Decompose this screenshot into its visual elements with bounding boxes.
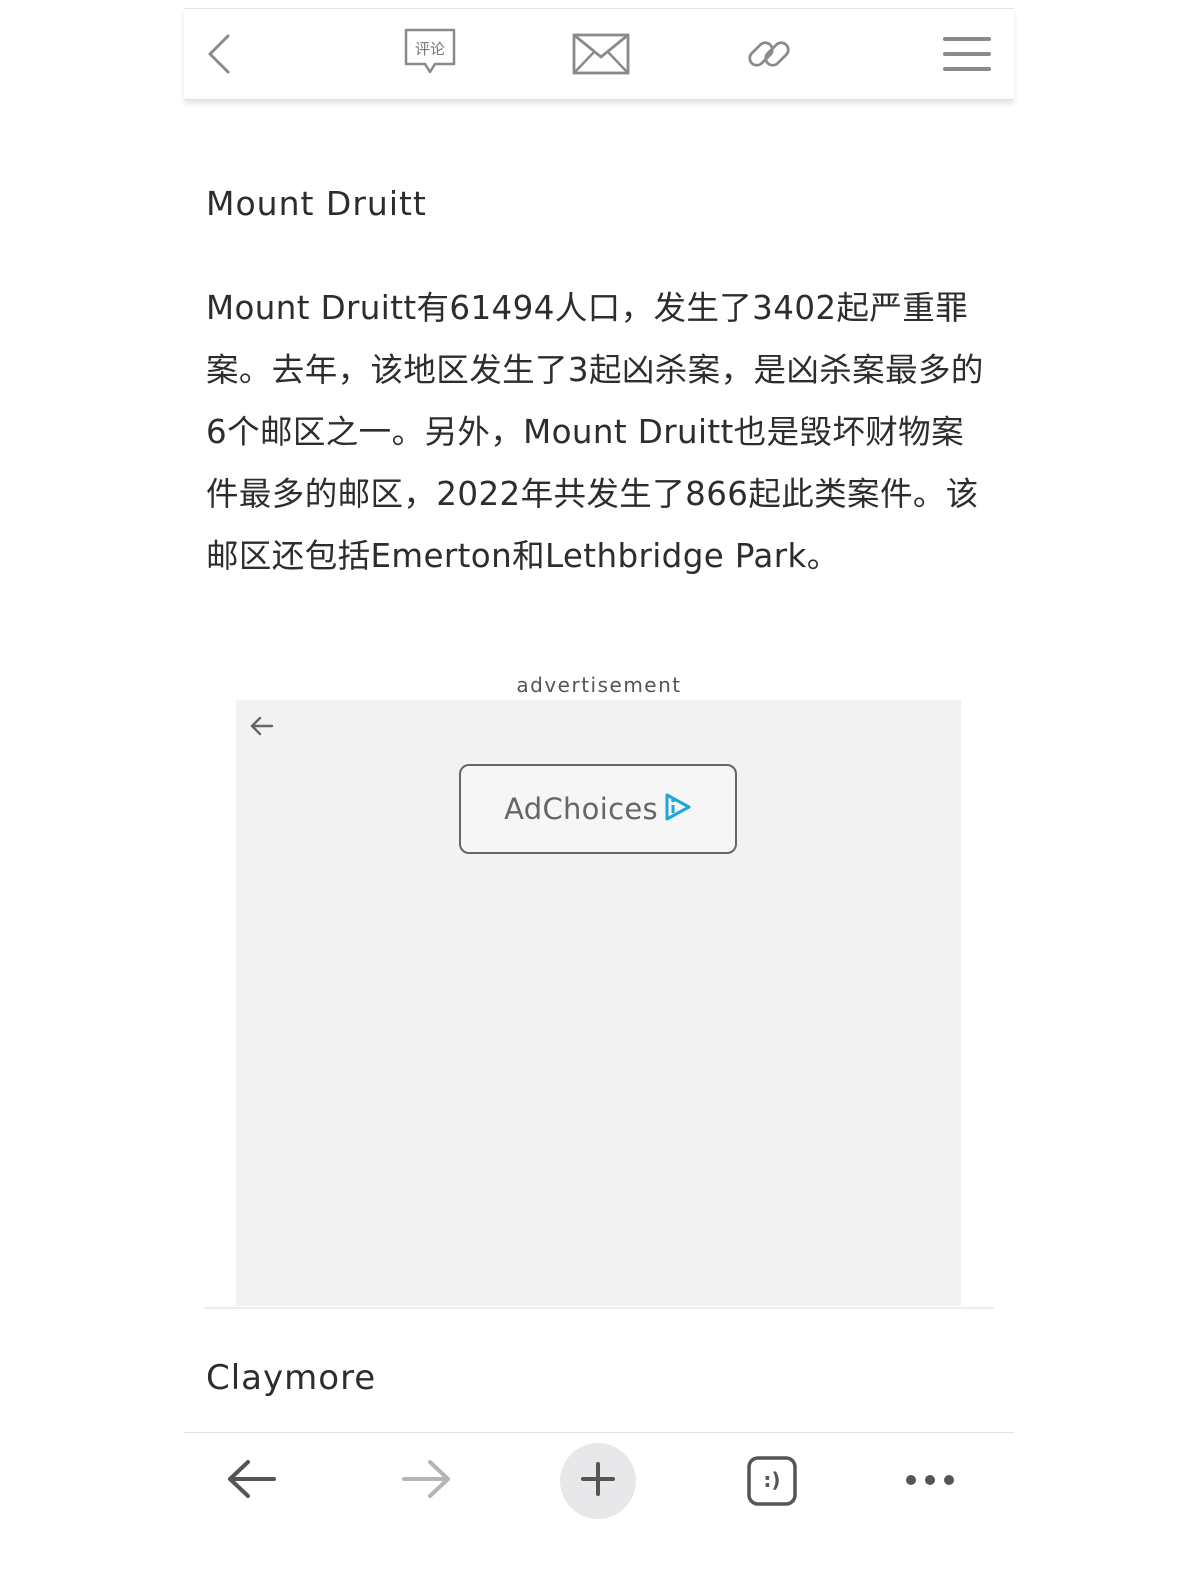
tabs-smiley-icon: :) — [746, 1455, 798, 1507]
article-paragraph: Mount Druitt有61494人口，发生了3402起严重罪案。去年，该地区… — [206, 289, 984, 575]
menu-button[interactable] — [932, 24, 1002, 84]
arrow-right-icon — [400, 1458, 452, 1504]
more-dots-icon — [904, 1472, 956, 1491]
ad-container: AdChoices — [236, 700, 961, 1306]
browser-back-button[interactable] — [212, 1441, 292, 1521]
ad-back-button[interactable] — [248, 712, 278, 742]
arrow-left-icon — [248, 716, 276, 744]
section-title: Mount Druitt — [206, 184, 427, 223]
next-section-title: Claymore — [206, 1358, 377, 1398]
tabs-button[interactable]: :) — [732, 1441, 812, 1521]
adchoices-button[interactable]: AdChoices — [459, 764, 737, 854]
new-tab-button[interactable] — [560, 1443, 636, 1519]
link-icon — [745, 30, 793, 78]
browser-page: 评论 Mount Druitt Mount Druitt有61494人口，发生了… — [184, 8, 1014, 1570]
comment-button[interactable]: 评论 — [394, 24, 464, 84]
mail-button[interactable] — [566, 24, 636, 84]
hamburger-menu-icon — [942, 35, 992, 73]
arrow-left-icon — [226, 1458, 278, 1504]
article-toolbar: 评论 — [184, 9, 1014, 100]
plus-icon — [580, 1461, 616, 1501]
back-button[interactable] — [184, 24, 254, 84]
ad-label: advertisement — [516, 673, 682, 697]
envelope-icon — [572, 33, 630, 75]
tabs-glyph: :) — [763, 1468, 781, 1492]
section-divider — [204, 1307, 994, 1309]
adchoices-icon — [664, 792, 692, 826]
comment-label: 评论 — [414, 40, 445, 58]
adchoices-label: AdChoices — [504, 792, 658, 826]
browser-forward-button[interactable] — [386, 1441, 466, 1521]
browser-navigation-bar: :) — [184, 1433, 1014, 1543]
more-options-button[interactable] — [890, 1441, 970, 1521]
chevron-left-icon — [204, 32, 234, 76]
copy-link-button[interactable] — [734, 24, 804, 84]
